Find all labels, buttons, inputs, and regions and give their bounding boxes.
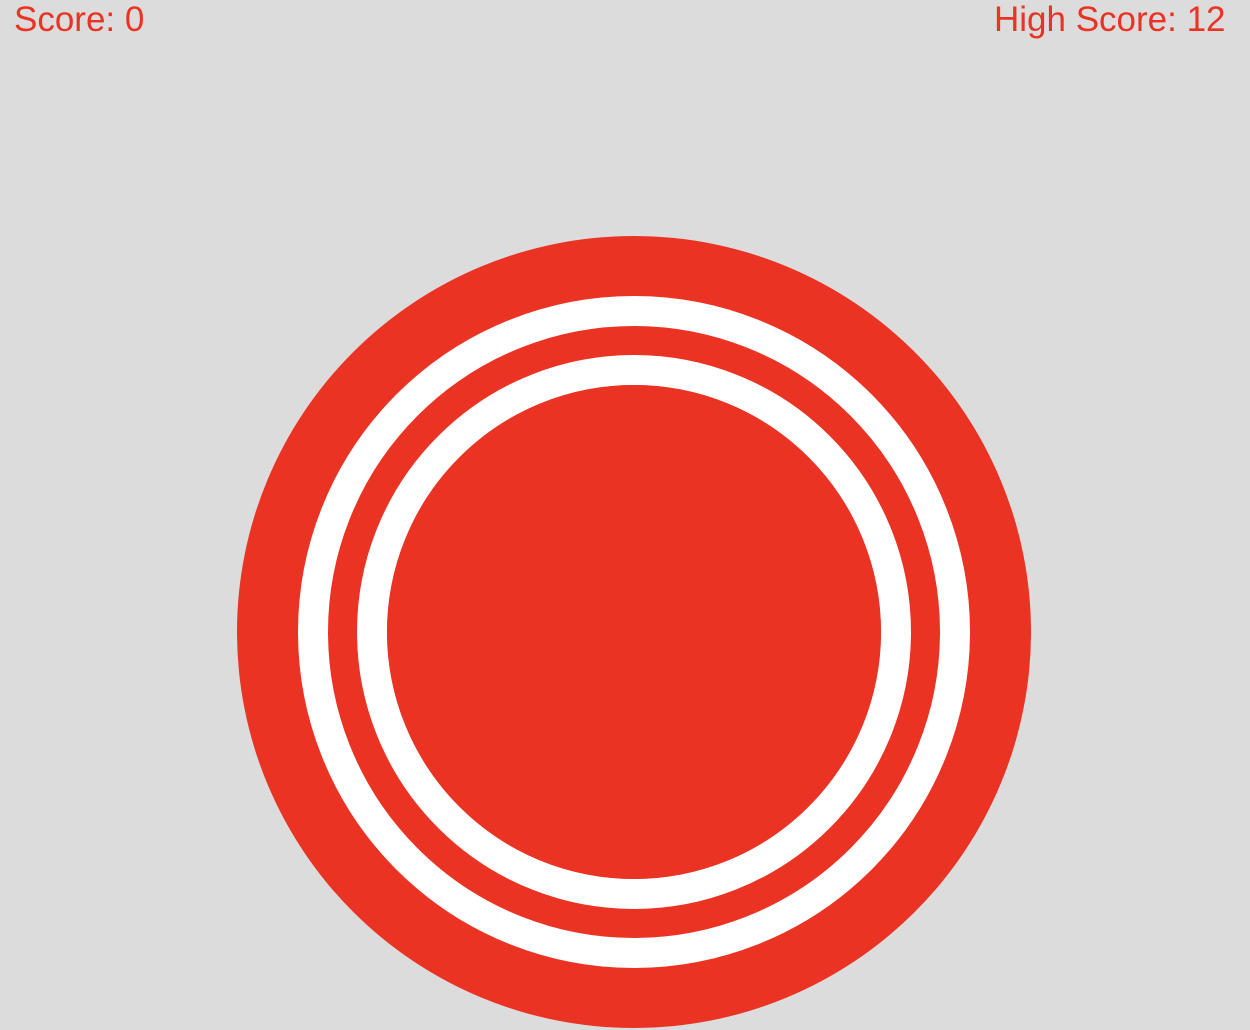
target-center[interactable] — [387, 385, 881, 879]
bullseye-target-icon[interactable] — [0, 0, 1250, 1030]
